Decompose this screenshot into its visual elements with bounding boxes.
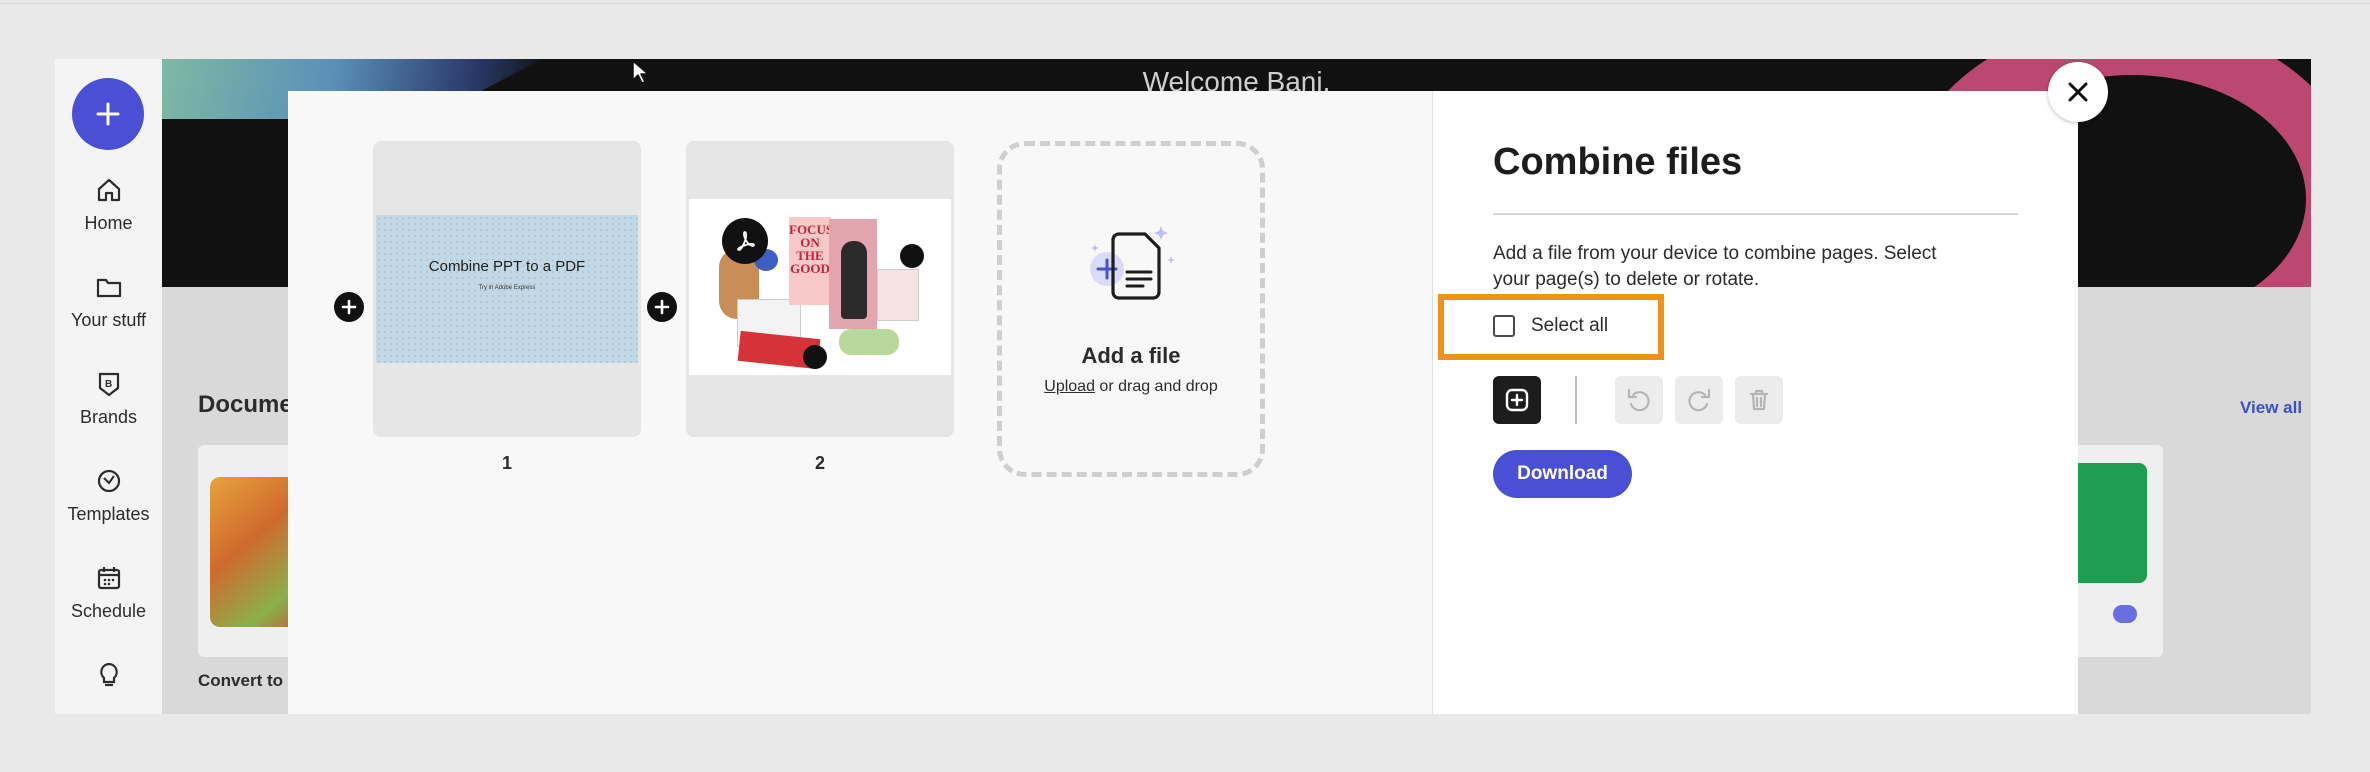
title-divider xyxy=(1493,213,2018,215)
collage-text: FOCUS ON THE GOOD xyxy=(789,217,833,305)
acrobat-icon xyxy=(722,218,768,264)
add-file-hint: or drag and drop xyxy=(1094,378,1218,395)
dialog-title: Combine files xyxy=(1493,141,1743,183)
left-rail: Home Your stuff B Brands Templates Sched… xyxy=(55,59,162,714)
pages-preview-area: Combine PPT to a PDF Try in Adobe Expres… xyxy=(288,91,1433,714)
add-document-icon xyxy=(1090,226,1175,300)
add-file-description: Upload or drag and drop xyxy=(1002,378,1260,396)
page-number: 1 xyxy=(501,453,512,473)
delete-button[interactable] xyxy=(1735,376,1783,424)
top-divider xyxy=(0,3,2370,4)
brands-icon: B xyxy=(98,372,119,397)
rotate-left-icon xyxy=(1627,388,1650,412)
download-button[interactable]: Download xyxy=(1493,450,1632,498)
select-all-checkbox[interactable] xyxy=(1493,315,1515,337)
combine-files-dialog: Combine PPT to a PDF Try in Adobe Expres… xyxy=(288,91,2078,714)
insert-page-button[interactable] xyxy=(647,292,677,322)
select-all-label: Select all xyxy=(1531,315,1609,336)
plus-icon xyxy=(96,102,120,126)
plus-icon xyxy=(341,299,357,315)
rotate-right-button[interactable] xyxy=(1675,376,1723,424)
documents-heading: Docume xyxy=(198,391,293,418)
select-all-control[interactable]: Select all xyxy=(1493,315,1608,337)
slide-subtitle: Try in Adobe Express xyxy=(478,285,536,291)
close-dialog-button[interactable] xyxy=(2048,62,2108,122)
close-icon xyxy=(2068,82,2088,102)
document-badge xyxy=(2113,605,2137,623)
home-icon xyxy=(97,178,120,202)
document-card-label: Convert to F xyxy=(198,671,299,690)
rail-label-brands: Brands xyxy=(79,407,138,427)
mouse-cursor-icon xyxy=(632,60,649,84)
view-all-link[interactable]: View all xyxy=(2240,398,2302,418)
insert-page-button[interactable] xyxy=(334,292,364,322)
rail-label-your-stuff: Your stuff xyxy=(70,310,147,330)
trash-icon xyxy=(1749,389,1769,411)
upload-link[interactable]: Upload xyxy=(1044,378,1095,395)
rail-item-home[interactable]: Home xyxy=(55,176,162,234)
rail-item-brands[interactable]: B Brands xyxy=(55,370,162,428)
add-icon xyxy=(1505,388,1529,412)
folder-icon xyxy=(96,278,121,298)
rail-label-home: Home xyxy=(84,213,133,233)
collage-piece xyxy=(877,269,919,321)
plus-icon xyxy=(654,299,670,315)
svg-text:B: B xyxy=(105,379,112,390)
rail-label-schedule: Schedule xyxy=(70,601,147,621)
create-button[interactable] xyxy=(72,78,144,150)
rail-label-templates: Templates xyxy=(67,504,150,524)
rail-item-learn[interactable] xyxy=(55,661,162,689)
combine-options-panel: Combine files Add a file from your devic… xyxy=(1433,91,2078,714)
page-thumbnail-1[interactable]: Combine PPT to a PDF Try in Adobe Expres… xyxy=(373,141,641,437)
add-file-title: Add a file xyxy=(1081,343,1181,368)
rotate-right-icon xyxy=(1688,388,1711,412)
slide-preview: Combine PPT to a PDF Try in Adobe Expres… xyxy=(376,215,638,363)
page-number: 2 xyxy=(814,453,825,473)
dialog-description: Add a file from your device to combine p… xyxy=(1493,243,1937,290)
slide-title: Combine PPT to a PDF xyxy=(428,258,586,275)
add-file-dropzone[interactable]: Add a file Upload or drag and drop xyxy=(997,141,1265,477)
rail-item-templates[interactable]: Templates xyxy=(55,467,162,525)
collage-figure xyxy=(841,241,867,319)
file-type-badge xyxy=(900,244,924,268)
lightbulb-icon xyxy=(99,662,118,687)
rail-item-your-stuff[interactable]: Your stuff xyxy=(55,273,162,331)
add-file-button[interactable] xyxy=(1493,376,1541,424)
templates-icon xyxy=(97,469,120,493)
rail-item-schedule[interactable]: Schedule xyxy=(55,564,162,622)
calendar-icon xyxy=(97,567,120,590)
file-type-badge xyxy=(803,345,827,369)
page-thumbnail-2[interactable]: FOCUS ON THE GOOD xyxy=(686,141,954,437)
collage-piece xyxy=(839,329,899,355)
rotate-left-button[interactable] xyxy=(1615,376,1663,424)
toolbar-separator xyxy=(1575,376,1577,424)
